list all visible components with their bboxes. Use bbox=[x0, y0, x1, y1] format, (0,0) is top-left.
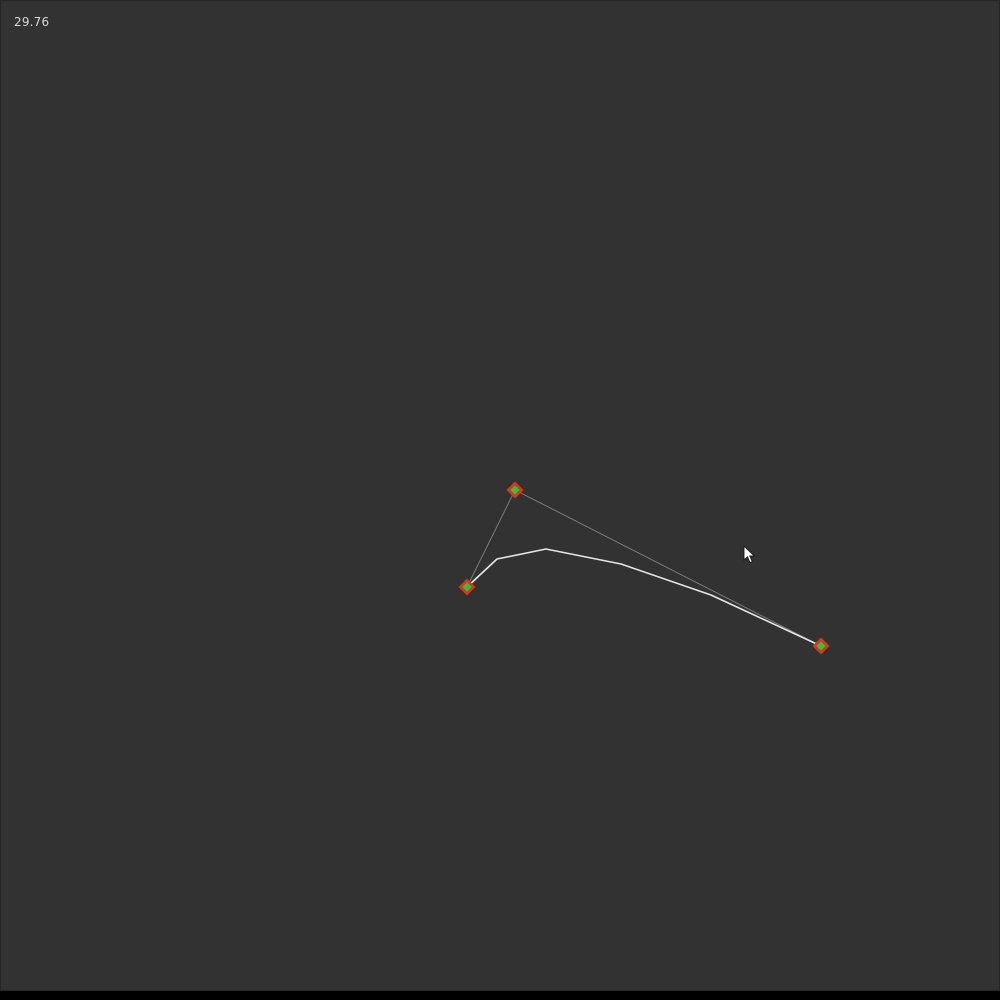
mouse-pointer-icon bbox=[743, 544, 756, 564]
canvas-viewport[interactable]: 29.76 bbox=[0, 0, 1000, 991]
control-point-end[interactable] bbox=[812, 637, 830, 655]
bezier-stage[interactable] bbox=[1, 1, 1000, 992]
control-polygon bbox=[466, 489, 822, 647]
bezier-curve bbox=[466, 548, 822, 647]
control-point-middle[interactable] bbox=[506, 481, 524, 499]
bottom-bar bbox=[0, 991, 1000, 1000]
